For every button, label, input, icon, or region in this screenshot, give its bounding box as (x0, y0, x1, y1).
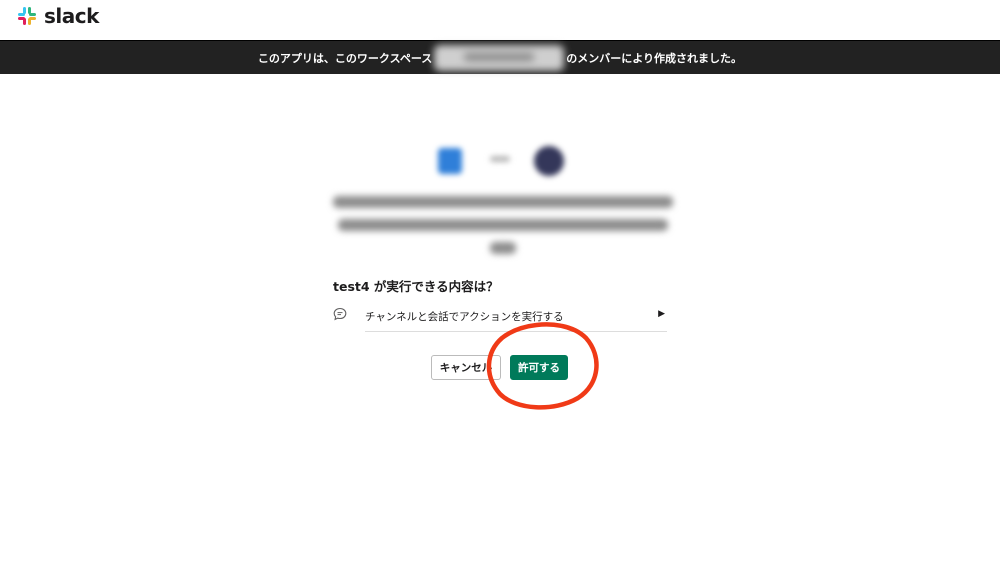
slack-logo[interactable]: slack (16, 4, 99, 28)
redacted-line (490, 242, 516, 254)
top-header: slack (0, 0, 1000, 40)
banner-text-before: このアプリは、このワークスペース (257, 51, 433, 65)
cancel-button[interactable]: キャンセル (431, 355, 501, 380)
permissions-title: test4 が実行できる内容は？ (333, 279, 499, 294)
redacted-line (333, 196, 673, 208)
divider (365, 331, 667, 332)
allow-button[interactable]: 許可する (510, 355, 568, 380)
connection-arrow-icon (490, 156, 510, 162)
app-icon (438, 148, 462, 174)
logo-text: slack (44, 4, 99, 28)
redacted-description (333, 196, 673, 265)
redacted-line (338, 219, 668, 231)
chat-bubble-icon (333, 307, 347, 321)
workspace-icon (534, 146, 564, 176)
app-connection-icons (430, 140, 580, 180)
redacted-workspace-name (434, 44, 565, 71)
permission-label: チャンネルと会話でアクションを実行する (365, 311, 564, 323)
slack-hash-icon (18, 7, 36, 25)
permission-item[interactable]: チャンネルと会話でアクションを実行する ▶ (333, 304, 667, 332)
banner-text-after: のメンバーにより作成されました。 (566, 51, 743, 65)
caret-right-icon[interactable]: ▶ (658, 309, 665, 319)
workspace-banner: このアプリは、このワークスペース のメンバーにより作成されました。 (0, 40, 1000, 74)
